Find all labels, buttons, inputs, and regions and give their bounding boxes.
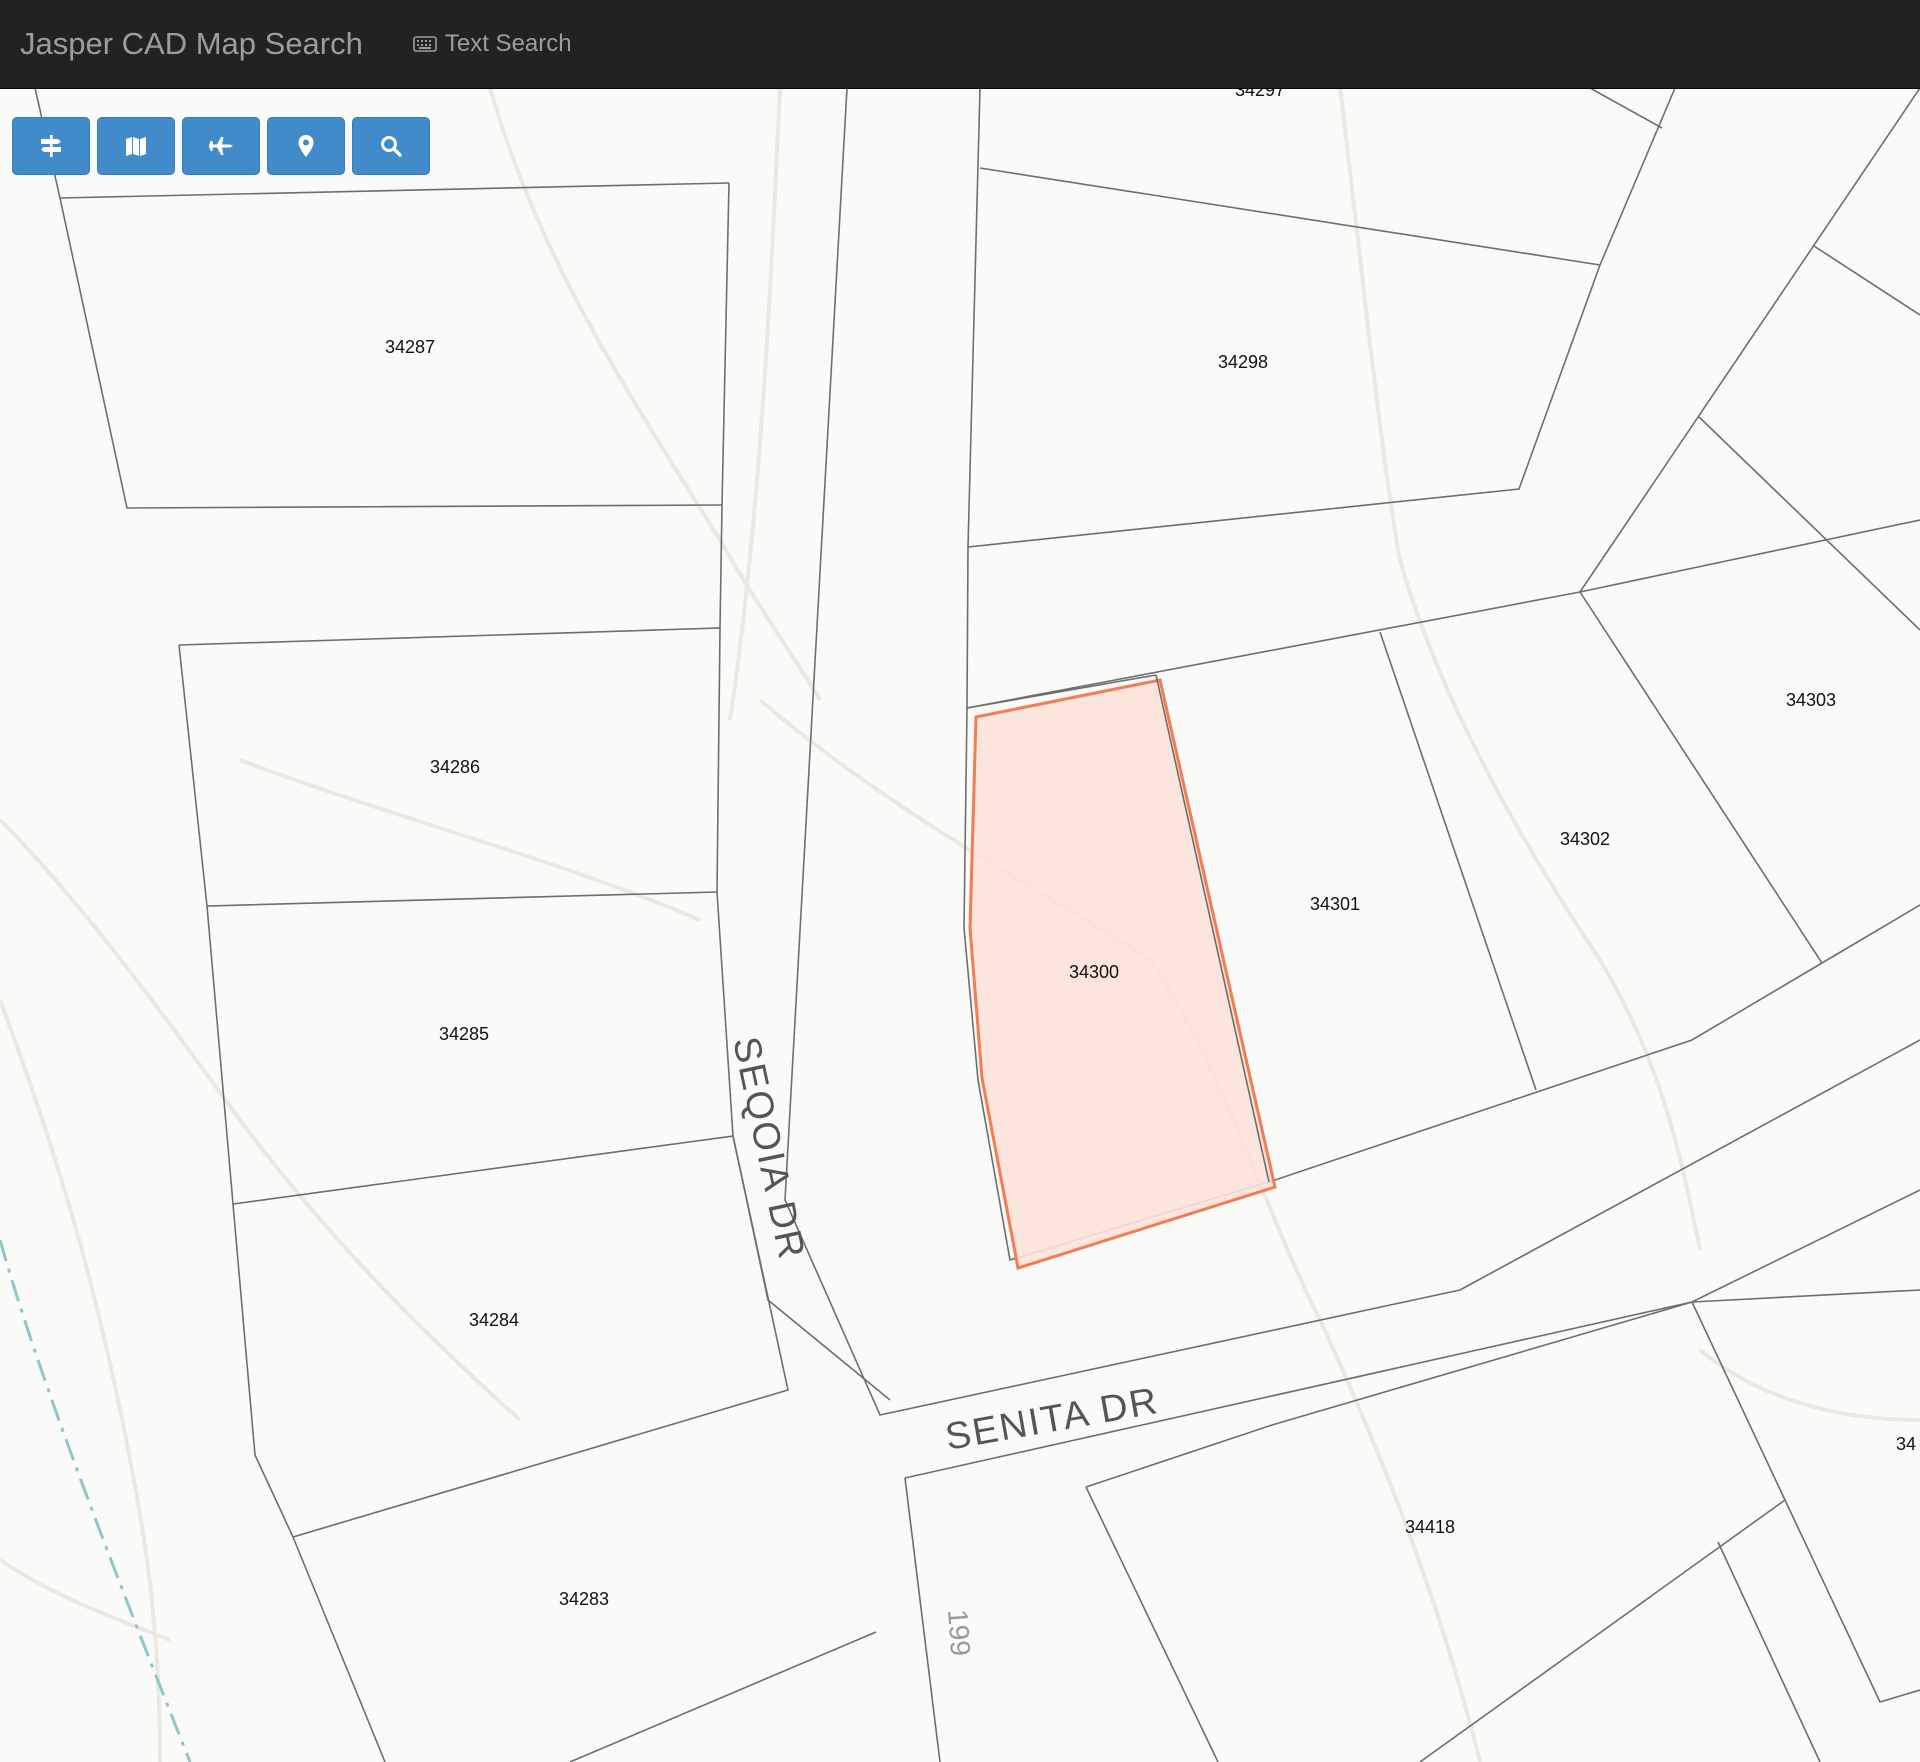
search-icon	[381, 136, 402, 157]
layers-toggle-button[interactable]	[12, 117, 90, 175]
parcel-label-34285: 34285	[439, 1024, 489, 1044]
parcel-label-34284: 34284	[469, 1310, 519, 1330]
road-label-highway: 199	[942, 1608, 976, 1657]
airplane-icon	[209, 137, 233, 155]
aerial-button[interactable]	[182, 117, 260, 175]
parcel-label-34298: 34298	[1218, 352, 1268, 372]
parcel-label-34297: 34297	[1235, 88, 1285, 100]
keyboard-icon	[413, 36, 437, 52]
search-button[interactable]	[352, 117, 430, 175]
road-sign-icon	[41, 135, 61, 157]
parcel-label-34286: 34286	[430, 757, 480, 777]
parcel-label-34418: 34418	[1405, 1517, 1455, 1537]
top-navbar: Jasper CAD Map Search Text Search	[0, 0, 1920, 89]
parcel-label-34302: 34302	[1560, 829, 1610, 849]
parcel-label-34287: 34287	[385, 337, 435, 357]
map-marker-icon	[298, 135, 314, 157]
parcel-label-34283: 34283	[559, 1589, 609, 1609]
parcel-label-34-edge: 34	[1896, 1434, 1916, 1454]
app-title[interactable]: Jasper CAD Map Search	[20, 26, 363, 62]
map-canvas[interactable]: 34297 34287 34298 34286 34303 34302 3430…	[0, 88, 1920, 1762]
parcel-label-34301: 34301	[1310, 894, 1360, 914]
map-icon	[126, 137, 146, 156]
parcel-label-34300: 34300	[1069, 962, 1119, 982]
locate-button[interactable]	[267, 117, 345, 175]
basemap-button[interactable]	[97, 117, 175, 175]
text-search-label: Text Search	[444, 30, 572, 57]
text-search-link[interactable]: Text Search	[413, 30, 572, 58]
map-toolbar	[12, 117, 430, 175]
parcel-label-34303: 34303	[1786, 690, 1836, 710]
parcel-map[interactable]: 34297 34287 34298 34286 34303 34302 3430…	[0, 88, 1920, 1762]
